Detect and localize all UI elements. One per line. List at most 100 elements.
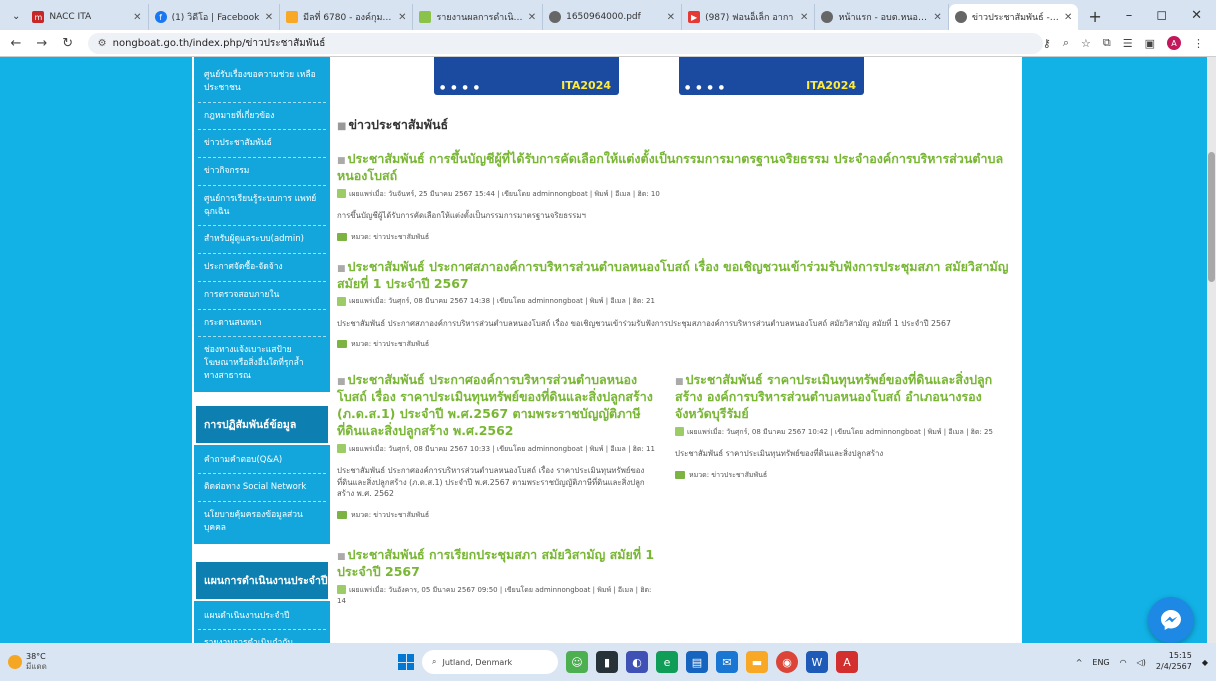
sidebar-item[interactable]: ช่องทางแจ้งเบาะแสป้าย โฆษณาหรือสิ่งอื่นใ… [198,337,326,389]
sidebar-item[interactable]: กฎหมายที่เกี่ยวข้อง [198,103,326,131]
article-category[interactable]: หมวด: ข่าวประชาสัมพันธ์ [337,339,1017,350]
notification-bell-icon[interactable]: ◆ [1202,658,1208,667]
sidebar-icon[interactable]: ▣ [1145,37,1155,50]
article-title[interactable]: ■ ประชาสัมพันธ์ ประกาศสภาองค์การบริหารส่ว… [337,259,1017,293]
browser-tab-2[interactable]: f (1) วิดีโอ | Facebook ✕ [149,4,281,30]
sidebar-item[interactable]: รายงานการดำเนินกำกับ ติดตามการดำเนินงานป… [198,630,326,643]
task-view-icon[interactable]: ▮ [596,651,618,673]
sidebar-item[interactable]: นโยบายคุ้มครองข้อมูลส่วน บุคคล [198,502,326,542]
volume-icon[interactable]: ◁) [1137,658,1146,667]
browser-tab-7[interactable]: หน้าแรก - อบต.หนองโบสถ์✕ [815,4,949,30]
url-text: nongboat.go.th/index.php/ข่าวประชาสัมพัน… [112,37,326,49]
square-bullet-icon: ■ [337,377,346,388]
reading-list-icon[interactable]: ☰ [1123,37,1133,50]
article-title[interactable]: ■ ประชาสัมพันธ์ ประกาศองค์การบริหารส่วนตำ… [337,372,657,440]
sidebar-item[interactable]: กระดานสนทนา [198,310,326,338]
ita-banner-2[interactable]: ● ● ● ● ITA2024 [679,57,864,95]
system-tray: ^ ENG ◠ ◁) 15:15 2/4/2567 ◆ [1076,643,1208,681]
close-tab-icon[interactable]: ✕ [667,12,675,23]
page-scrollbar[interactable] [1207,57,1216,643]
browser-tab-8[interactable]: ข่าวประชาสัมพันธ์ - อบต.หนอ✕ [948,4,1079,30]
messenger-chat-button[interactable] [1148,597,1194,643]
sidebar-item[interactable]: คำถามคำตอบ(Q&A) [198,447,326,475]
minimize-icon[interactable]: – [1126,8,1133,23]
copilot-icon[interactable]: ◐ [626,651,648,673]
sidebar-menu-main: ศูนย์รับเรื่องขอความช่วย เหลือประชาชน กฎ… [194,57,330,392]
windows-start-icon[interactable] [398,654,414,670]
chrome-icon[interactable]: ◉ [776,651,798,673]
forward-icon[interactable]: → [32,36,52,51]
close-tab-icon[interactable]: ✕ [528,12,536,23]
site-settings-icon[interactable]: ⚙ [98,38,107,49]
close-window-icon[interactable]: ✕ [1191,8,1202,23]
language-indicator[interactable]: ENG [1092,658,1109,667]
sidebar-item[interactable]: ศูนย์รับเรื่องขอความช่วย เหลือประชาชน [198,59,326,103]
taskbar-search[interactable]: ⌕ Jutland, Denmark [422,650,558,674]
new-tab-icon[interactable]: + [1078,7,1111,30]
article-category[interactable]: หมวด: ข่าวประชาสัมพันธ์ [337,232,1017,243]
browser-tab-5[interactable]: 1650964000.pdf ✕ [543,4,683,30]
article: ■ ประชาสัมพันธ์ ประกาศสภาองค์การบริหารส่ว… [337,259,1017,351]
close-tab-icon[interactable]: ✕ [398,12,406,23]
chevron-up-icon[interactable]: ^ [1076,658,1083,667]
menu-dots-icon[interactable]: ⋮ [1193,37,1204,50]
browser-tab-4[interactable]: รายงานผลการดำเนินการพัฒ✕ [413,4,544,30]
sun-icon [8,655,22,669]
ita-logo: ITA2024 [561,79,611,92]
zoom-icon[interactable]: ⌕ [1063,36,1069,50]
globe-icon [954,11,967,23]
sidebar-item[interactable]: การตรวจสอบภายใน [198,282,326,310]
weather-widget[interactable]: 38°C มีแดด [0,652,280,673]
window-controls: – ◻ ✕ [1112,8,1216,30]
browser-toolbar: ⚷ ⌕ ☆ ⧉ ☰ ▣ A ⋮ [1043,36,1216,50]
star-icon[interactable]: ☆ [1081,37,1091,50]
maximize-icon[interactable]: ◻ [1156,8,1167,23]
sidebar: ศูนย์รับเรื่องขอความช่วย เหลือประชาชน กฎ… [194,57,330,643]
url-field[interactable]: ⚙ nongboat.go.th/index.php/ข่าวประชาสัมพ… [87,32,1043,54]
globe-icon [549,11,562,23]
back-icon[interactable]: ← [6,36,26,51]
profile-avatar-icon[interactable]: A [1167,36,1181,50]
ita-banner-1[interactable]: ● ● ● ● ITA2024 [434,57,619,95]
scrollbar-thumb[interactable] [1208,152,1215,282]
sidebar-item[interactable]: ข่าวประชาสัมพันธ์ [198,130,326,158]
article-title[interactable]: ■ ประชาสัมพันธ์ ราคาประเมินทุนทรัพย์ของที… [675,372,995,423]
people-icon[interactable]: ☺ [566,651,588,673]
store-icon[interactable]: ▤ [686,651,708,673]
clock[interactable]: 15:15 2/4/2567 [1156,651,1192,673]
sidebar-item[interactable]: ประกาศจัดซื้อ-จัดจ้าง [198,254,326,282]
square-bullet-icon: ■ [337,263,346,274]
reload-icon[interactable]: ↻ [58,36,78,51]
close-tab-icon[interactable]: ✕ [133,12,141,23]
mail-icon[interactable]: ✉ [716,651,738,673]
article-category[interactable]: หมวด: ข่าวประชาสัมพันธ์ [675,470,995,481]
close-tab-icon[interactable]: ✕ [265,12,273,23]
taskbar: 38°C มีแดด ⌕ Jutland, Denmark ☺ ▮ ◐ e ▤ ✉… [0,643,1216,681]
edge-icon[interactable]: e [656,651,678,673]
close-tab-icon[interactable]: ✕ [1064,12,1072,23]
sidebar-item[interactable]: ข่าวกิจกรรม [198,158,326,186]
word-icon[interactable]: W [806,651,828,673]
browser-tab-3[interactable]: มีลที่ 6780 - องค์กุมแขต สมเ✕ [280,4,414,30]
article-title[interactable]: ■ ประชาสัมพันธ์ การขึ้นบัญชีผู้ที่ได้รับก… [337,151,1017,185]
sidebar-item[interactable]: ศูนย์การเรียนรู้ระบบการ แพทย์ฉุกเฉิน [198,186,326,227]
wifi-icon[interactable]: ◠ [1120,658,1127,667]
sidebar-item[interactable]: สำหรับผู้ดูแลระบบ(admin) [198,226,326,254]
pdf-icon[interactable]: A [836,651,858,673]
tab-list-chevron-icon[interactable]: ⌄ [6,11,26,30]
close-tab-icon[interactable]: ✕ [800,12,808,23]
extensions-icon[interactable]: ⧉ [1103,36,1111,50]
article-body: การขึ้นบัญชีผู้ได้รับการคัดเลือกให้แต่งต… [337,210,586,220]
article-title[interactable]: ■ ประชาสัมพันธ์ การเรียกประชุมสภา สมัยวิส… [337,547,657,581]
folder-icon [337,340,347,349]
close-tab-icon[interactable]: ✕ [933,12,941,23]
globe-icon [821,11,834,23]
browser-tab-1[interactable]: m NACC ITA ✕ [26,4,149,30]
browser-tab-6[interactable]: ▶ (987) ฟอนอ็เล็ก อากา ✕ [682,4,816,30]
article-category[interactable]: หมวด: ข่าวประชาสัมพันธ์ [337,510,657,521]
sidebar-item[interactable]: แผนดำเนินงานประจำปี [198,603,326,631]
file-explorer-icon[interactable]: ▬ [746,651,768,673]
article: ■ ประชาสัมพันธ์ ราคาประเมินทุนทรัพย์ของที… [675,372,995,481]
key-icon[interactable]: ⚷ [1043,37,1051,50]
sidebar-item[interactable]: ติดต่อทาง Social Network [198,474,326,502]
